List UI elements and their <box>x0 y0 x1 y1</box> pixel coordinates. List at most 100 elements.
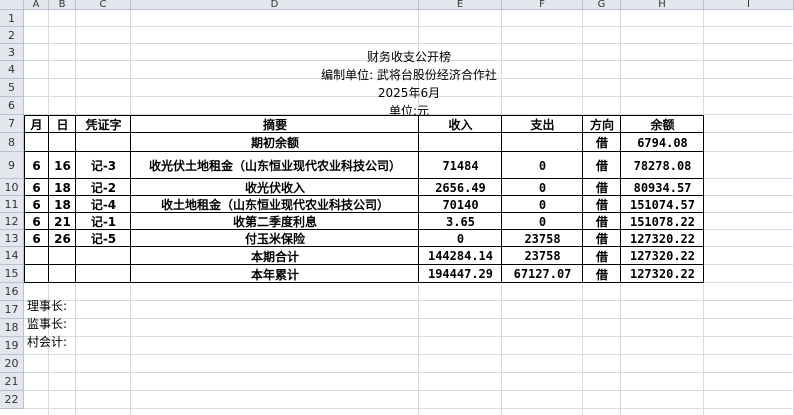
row-header-18[interactable]: 18 <box>0 319 24 337</box>
ledger-cell-voucher[interactable]: 记-4 <box>76 196 131 213</box>
ledger-cell-summary[interactable]: 收光伏收入 <box>131 179 419 196</box>
row-header-7[interactable]: 7 <box>0 115 24 133</box>
ledger-cell-voucher[interactable] <box>76 133 131 152</box>
ledger-cell-balance[interactable]: 80934.57 <box>621 179 704 196</box>
row-header-16[interactable]: 16 <box>0 283 24 301</box>
row-header-6[interactable]: 6 <box>0 97 24 115</box>
ledger-cell-month[interactable]: 6 <box>24 196 49 213</box>
column-header-b[interactable]: B <box>49 0 76 10</box>
row-header-4[interactable]: 4 <box>0 61 24 79</box>
ledger-cell-balance[interactable]: 151078.22 <box>621 213 704 230</box>
ledger-cell-income[interactable] <box>419 133 502 152</box>
ledger-cell-summary[interactable]: 收土地租金（山东恒业现代农业科技公司） <box>131 196 419 213</box>
ledger-cell-day[interactable] <box>49 133 76 152</box>
ledger-cell-summary[interactable]: 付玉米保险 <box>131 230 419 247</box>
column-header-f[interactable]: F <box>502 0 583 10</box>
ledger-cell-direction[interactable]: 借 <box>583 196 621 213</box>
ledger-cell-balance[interactable]: 127320.22 <box>621 247 704 265</box>
ledger-cell-expense[interactable]: 0 <box>502 152 583 179</box>
ledger-cell-expense[interactable]: 0 <box>502 179 583 196</box>
ledger-cell-month[interactable] <box>24 265 49 283</box>
chairman-label: 理事长: <box>27 298 68 313</box>
row-header-12[interactable]: 12 <box>0 213 24 230</box>
ledger-cell-income[interactable]: 144284.14 <box>419 247 502 265</box>
row-header-8[interactable]: 8 <box>0 133 24 152</box>
worksheet-grid[interactable]: 财务收支公开榜 编制单位: 武将台股份经济合作社 2025年6月 单位:元 月日… <box>24 10 794 415</box>
ledger-cell-voucher[interactable]: 记-1 <box>76 213 131 230</box>
row-header-9[interactable]: 9 <box>0 152 24 179</box>
row-header-20[interactable]: 20 <box>0 355 24 373</box>
row-header-1[interactable]: 1 <box>0 10 24 27</box>
ledger-cell-day[interactable] <box>49 247 76 265</box>
ledger-cell-day[interactable]: 21 <box>49 213 76 230</box>
ledger-cell-voucher[interactable]: 记-3 <box>76 152 131 179</box>
ledger-cell-balance[interactable]: 78278.08 <box>621 152 704 179</box>
ledger-cell-balance[interactable]: 6794.08 <box>621 133 704 152</box>
row-header-3[interactable]: 3 <box>0 44 24 61</box>
ledger-cell-direction[interactable]: 借 <box>583 265 621 283</box>
select-all-corner[interactable] <box>0 0 24 10</box>
ledger-cell-direction[interactable]: 借 <box>583 152 621 179</box>
ledger-header-cell: 余额 <box>650 117 675 132</box>
ledger-cell-direction[interactable]: 借 <box>583 247 621 265</box>
ledger-cell-income[interactable]: 194447.29 <box>419 265 502 283</box>
row-header-5[interactable]: 5 <box>0 79 24 97</box>
ledger-cell-balance[interactable]: 151074.57 <box>621 196 704 213</box>
ledger-cell-summary[interactable]: 收光伏土地租金（山东恒业现代农业科技公司） <box>131 152 419 179</box>
row-header-13[interactable]: 13 <box>0 230 24 247</box>
column-header-a[interactable]: A <box>24 0 49 10</box>
ledger-cell-expense[interactable]: 67127.07 <box>502 265 583 283</box>
row-header-19[interactable]: 19 <box>0 337 24 355</box>
ledger-cell-income[interactable]: 71484 <box>419 152 502 179</box>
ledger-cell-day[interactable]: 18 <box>49 179 76 196</box>
column-header-d[interactable]: D <box>131 0 419 10</box>
ledger-cell-month[interactable]: 6 <box>24 179 49 196</box>
ledger-cell-balance[interactable]: 127320.22 <box>621 265 704 283</box>
row-header-21[interactable]: 21 <box>0 373 24 391</box>
ledger-cell-day[interactable]: 16 <box>49 152 76 179</box>
column-header-g[interactable]: G <box>583 0 621 10</box>
ledger-cell-day[interactable]: 18 <box>49 196 76 213</box>
ledger-cell-day[interactable]: 26 <box>49 230 76 247</box>
ledger-cell-direction[interactable]: 借 <box>583 230 621 247</box>
ledger-cell-summary[interactable]: 期初余额 <box>131 133 419 152</box>
ledger-cell-expense[interactable] <box>502 133 583 152</box>
ledger-cell-expense[interactable]: 23758 <box>502 247 583 265</box>
ledger-cell-expense[interactable]: 0 <box>502 196 583 213</box>
ledger-cell-voucher[interactable]: 记-5 <box>76 230 131 247</box>
ledger-cell-income[interactable]: 0 <box>419 230 502 247</box>
ledger-cell-day[interactable] <box>49 265 76 283</box>
row-header-15[interactable]: 15 <box>0 265 24 283</box>
ledger-cell-income[interactable]: 3.65 <box>419 213 502 230</box>
ledger-cell-summary[interactable]: 本年累计 <box>131 265 419 283</box>
row-header-14[interactable]: 14 <box>0 247 24 265</box>
column-header-e[interactable]: E <box>419 0 502 10</box>
column-header-i[interactable]: I <box>704 0 794 10</box>
row-header-11[interactable]: 11 <box>0 196 24 213</box>
ledger-cell-voucher[interactable] <box>76 265 131 283</box>
ledger-cell-voucher[interactable] <box>76 247 131 265</box>
ledger-cell-month[interactable]: 6 <box>24 230 49 247</box>
row-header-10[interactable]: 10 <box>0 179 24 196</box>
ledger-cell-month[interactable]: 6 <box>24 152 49 179</box>
ledger-cell-voucher[interactable]: 记-2 <box>76 179 131 196</box>
ledger-cell-direction[interactable]: 借 <box>583 213 621 230</box>
ledger-cell-month[interactable]: 6 <box>24 213 49 230</box>
row-header-22[interactable]: 22 <box>0 391 24 409</box>
ledger-cell-direction[interactable]: 借 <box>583 133 621 152</box>
ledger-cell-month[interactable] <box>24 133 49 152</box>
row-header-2[interactable]: 2 <box>0 27 24 44</box>
ledger-cell-income[interactable]: 70140 <box>419 196 502 213</box>
ledger-cell-month[interactable] <box>24 247 49 265</box>
ledger-cell-expense[interactable]: 0 <box>502 213 583 230</box>
ledger-cell-balance[interactable]: 127320.22 <box>621 230 704 247</box>
column-header-h[interactable]: H <box>621 0 704 10</box>
ledger-cell-direction[interactable]: 借 <box>583 179 621 196</box>
ledger-cell-summary[interactable]: 收第二季度利息 <box>131 213 419 230</box>
column-header-c[interactable]: C <box>76 0 131 10</box>
supervisor-label: 监事长: <box>27 316 68 331</box>
row-header-17[interactable]: 17 <box>0 301 24 319</box>
ledger-cell-expense[interactable]: 23758 <box>502 230 583 247</box>
ledger-cell-income[interactable]: 2656.49 <box>419 179 502 196</box>
ledger-cell-summary[interactable]: 本期合计 <box>131 247 419 265</box>
